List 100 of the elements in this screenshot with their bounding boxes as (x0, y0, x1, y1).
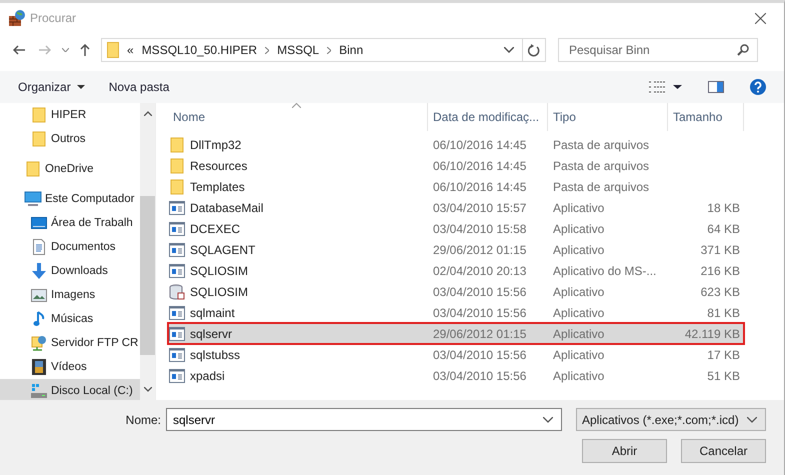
chevron-down-icon (62, 48, 69, 52)
file-type: Pasta de arquivos (553, 138, 650, 152)
file-type: Pasta de arquivos (553, 158, 650, 172)
sidebar-item[interactable]: Disco Local (C:) (0, 379, 140, 400)
file-name: DCEXEC (190, 222, 240, 236)
sidebar-item[interactable]: Downloads (0, 259, 140, 283)
file-type: Aplicativo (553, 284, 604, 298)
file-name: Resources (190, 158, 248, 172)
column-header[interactable]: Tamanho (668, 103, 744, 131)
file-size: 64 KB (707, 222, 740, 236)
close-icon (755, 12, 766, 24)
sidebar-item[interactable]: Vídeos (0, 355, 140, 379)
file-row[interactable]: sqlservr 29/06/2012 01:15 Aplicativo 42.119 KB (168, 323, 744, 344)
help-icon (750, 79, 766, 95)
application-icon (169, 348, 185, 362)
file-row[interactable]: Resources 06/10/2016 14:45 Pasta de arquivos (168, 155, 744, 176)
file-row[interactable]: SQLIOSIM 03/04/2010 15:56 Aplicativo 623 KB (168, 281, 744, 302)
chevron-down-icon (543, 416, 553, 422)
file-name: sqlstubss (190, 348, 240, 362)
file-name-field[interactable]: sqlservr (166, 408, 562, 431)
open-button[interactable]: Abrir (582, 439, 667, 463)
breadcrumb-overflow[interactable]: « (127, 43, 134, 57)
date-modified: 06/10/2016 14:45 (433, 158, 526, 172)
chevron-down-icon (504, 47, 514, 53)
file-row[interactable]: SQLIOSIM 02/04/2010 20:13 Aplicativo do MS-... 216 KB (168, 260, 744, 281)
address-bar[interactable]: « MSSQL10_50.HIPER MSSQL Binn (101, 38, 546, 62)
forward-arrow-icon (39, 45, 51, 55)
scrollbar[interactable] (140, 103, 155, 400)
sidebar-item[interactable]: Documentos (0, 235, 140, 259)
file-row[interactable]: sqlstubss 03/04/2010 15:56 Aplicativo 17 KB (168, 344, 744, 365)
file-type: Pasta de arquivos (553, 180, 650, 194)
scroll-up-icon (144, 111, 152, 116)
new-folder-button[interactable]: Nova pasta (100, 77, 178, 97)
application-icon (169, 368, 185, 382)
file-type-dropdown[interactable]: Aplicativos (*.exe;*.com;*.icd) (576, 408, 766, 431)
chevron-down-icon (747, 416, 757, 422)
date-modified: 06/10/2016 14:45 (433, 138, 526, 152)
column-header[interactable]: Data de modificaç... (428, 103, 548, 131)
sidebar-item[interactable]: Outros (0, 127, 140, 151)
sidebar-item[interactable]: Este Computador (0, 187, 140, 211)
sidebar-item[interactable]: OneDrive (0, 157, 140, 181)
file-row[interactable]: xpadsi 03/04/2010 15:56 Aplicativo 51 KB (168, 365, 744, 386)
file-row[interactable]: Templates 06/10/2016 14:45 Pasta de arquivos (168, 176, 744, 197)
chevron-right-icon (265, 46, 270, 54)
file-name: DllTmp32 (190, 138, 242, 152)
folder-icon (170, 136, 184, 152)
sidebar-item[interactable]: Área de Trabalh (0, 211, 140, 235)
search-icon (737, 44, 749, 56)
application-icon (169, 222, 185, 236)
cancel-button[interactable]: Cancelar (681, 439, 766, 463)
name-label: Nome: (124, 412, 161, 426)
sidebar-item[interactable]: Imagens (0, 283, 140, 307)
file-row[interactable]: DatabaseMail 03/04/2010 15:57 Aplicativo 18 KB (168, 197, 744, 218)
chevron-right-icon (327, 46, 332, 54)
column-header[interactable]: Nome (168, 103, 428, 131)
document-icon (32, 239, 46, 255)
date-modified: 02/04/2010 20:13 (433, 264, 526, 278)
file-row[interactable]: SQLAGENT 29/06/2012 01:15 Aplicativo 371 KB (168, 239, 744, 260)
file-name: sqlservr (190, 326, 232, 340)
desktop-icon (31, 216, 47, 230)
breadcrumb[interactable]: Binn (339, 43, 364, 57)
breadcrumb[interactable]: MSSQL (277, 43, 320, 57)
sidebar-item[interactable]: HIPER (0, 103, 140, 127)
preview-pane-icon (708, 81, 724, 93)
file-size: 81 KB (707, 306, 740, 320)
scroll-down-icon (144, 387, 152, 392)
file-row[interactable]: sqlmaint 03/04/2010 15:56 Aplicativo 81 KB (168, 302, 744, 323)
date-modified: 03/04/2010 15:56 (433, 348, 526, 362)
network-folder-icon (31, 335, 47, 351)
music-note-icon (33, 311, 45, 327)
file-name: SQLIOSIM (190, 264, 248, 278)
file-size: 623 KB (700, 284, 740, 298)
folder-icon (170, 178, 184, 194)
column-header[interactable]: Tipo (548, 103, 668, 131)
file-type: Aplicativo (553, 222, 604, 236)
file-size: 18 KB (707, 200, 740, 214)
organize-button[interactable]: Organizar (10, 77, 93, 97)
file-name: Templates (190, 180, 245, 194)
image-icon (31, 288, 47, 302)
refresh-icon (528, 44, 540, 56)
file-row[interactable]: DllTmp32 06/10/2016 14:45 Pasta de arquivos (168, 134, 744, 155)
breadcrumb[interactable]: MSSQL10_50.HIPER (142, 43, 258, 57)
file-size: 42.119 KB (684, 326, 740, 340)
caret-icon (673, 85, 682, 89)
search-field[interactable]: Pesquisar Binn (558, 38, 758, 62)
date-modified: 03/04/2010 15:56 (433, 368, 526, 382)
up-arrow-icon (80, 44, 90, 56)
file-type: Aplicativo (553, 326, 604, 340)
date-modified: 06/10/2016 14:45 (433, 180, 526, 194)
date-modified: 03/04/2010 15:57 (433, 200, 526, 214)
folder-icon (26, 161, 40, 177)
file-type: Aplicativo (553, 242, 604, 256)
sidebar-item[interactable]: Músicas (0, 307, 140, 331)
sidebar-item[interactable]: Servidor FTP CR (0, 331, 140, 355)
window-title: Procurar (30, 11, 76, 25)
file-type: Aplicativo (553, 200, 604, 214)
file-row[interactable]: DCEXEC 03/04/2010 15:58 Aplicativo 64 KB (168, 218, 744, 239)
folder-icon (32, 107, 46, 123)
file-type: Aplicativo do MS-... (553, 264, 656, 278)
file-name: DatabaseMail (190, 200, 264, 214)
